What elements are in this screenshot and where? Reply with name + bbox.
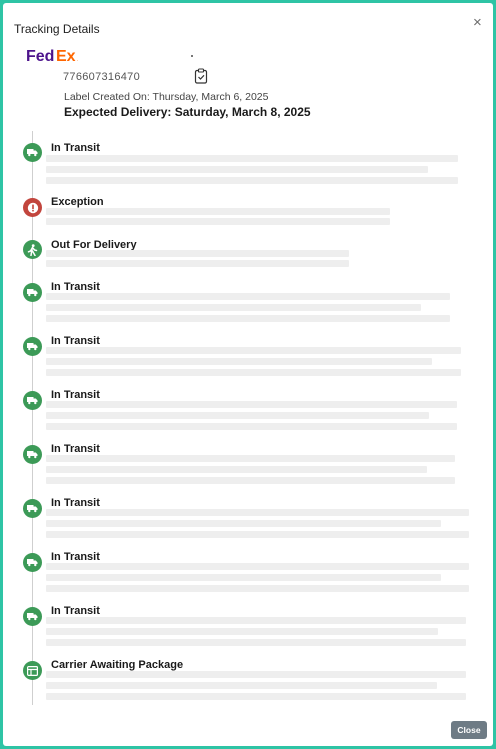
redacted-line — [46, 574, 441, 581]
redacted-line — [46, 208, 390, 215]
redacted-line — [46, 563, 469, 570]
redacted-line — [46, 315, 450, 322]
redacted-line — [46, 166, 428, 173]
walking-person-icon — [23, 240, 42, 259]
redacted-line — [46, 369, 461, 376]
redacted-line — [46, 304, 421, 311]
close-icon[interactable]: × — [473, 14, 482, 31]
redacted-line — [46, 177, 458, 184]
truck-icon — [23, 337, 42, 356]
redacted-line — [46, 520, 441, 527]
redacted-line — [46, 477, 455, 484]
truck-icon — [23, 391, 42, 410]
svg-text:.: . — [77, 57, 78, 63]
event-status: In Transit — [51, 443, 100, 455]
event-status: In Transit — [51, 389, 100, 401]
truck-icon — [23, 445, 42, 464]
redacted-line — [46, 218, 390, 225]
event-status: In Transit — [51, 605, 100, 617]
redacted-line — [46, 628, 438, 635]
copy-clipboard-icon[interactable] — [194, 68, 208, 84]
event-status: Exception — [51, 196, 104, 208]
fedex-logo: Fed Ex . — [26, 48, 78, 65]
event-status: In Transit — [51, 142, 100, 154]
redacted-line — [46, 585, 469, 592]
redacted-line — [46, 358, 432, 365]
event-status: In Transit — [51, 281, 100, 293]
redacted-line — [46, 423, 457, 430]
close-button[interactable]: Close — [451, 721, 487, 739]
redacted-line — [46, 617, 466, 624]
expected-delivery: Expected Delivery: Saturday, March 8, 20… — [64, 105, 311, 119]
redacted-line — [46, 250, 349, 257]
svg-text:Fed: Fed — [26, 48, 54, 65]
redacted-line — [46, 155, 458, 162]
redacted-line — [46, 671, 466, 678]
redacted-line — [46, 412, 429, 419]
redacted-line — [46, 509, 469, 516]
package-icon — [23, 661, 42, 680]
alert-icon — [23, 198, 42, 217]
redacted-line — [46, 466, 427, 473]
event-status: Carrier Awaiting Package — [51, 659, 184, 671]
redacted-line — [46, 693, 466, 700]
redacted-line — [46, 401, 457, 408]
svg-text:Ex: Ex — [56, 48, 76, 65]
decorative-dot — [191, 55, 193, 57]
event-status: In Transit — [51, 551, 100, 563]
truck-icon — [23, 283, 42, 302]
redacted-line — [46, 293, 450, 300]
event-status: In Transit — [51, 497, 100, 509]
redacted-line — [46, 531, 469, 538]
redacted-line — [46, 260, 349, 267]
label-created-date: Label Created On: Thursday, March 6, 202… — [64, 91, 269, 103]
tracking-number: 776607316470 — [63, 71, 141, 83]
redacted-line — [46, 682, 437, 689]
event-status: In Transit — [51, 335, 100, 347]
truck-icon — [23, 499, 42, 518]
dialog-title: Tracking Details — [14, 22, 100, 36]
redacted-line — [46, 639, 466, 646]
truck-icon — [23, 607, 42, 626]
redacted-line — [46, 455, 455, 462]
redacted-line — [46, 347, 461, 354]
truck-icon — [23, 553, 42, 572]
tracking-details-dialog: Tracking Details × Fed Ex . 776607316470… — [3, 3, 493, 746]
truck-icon — [23, 143, 42, 162]
